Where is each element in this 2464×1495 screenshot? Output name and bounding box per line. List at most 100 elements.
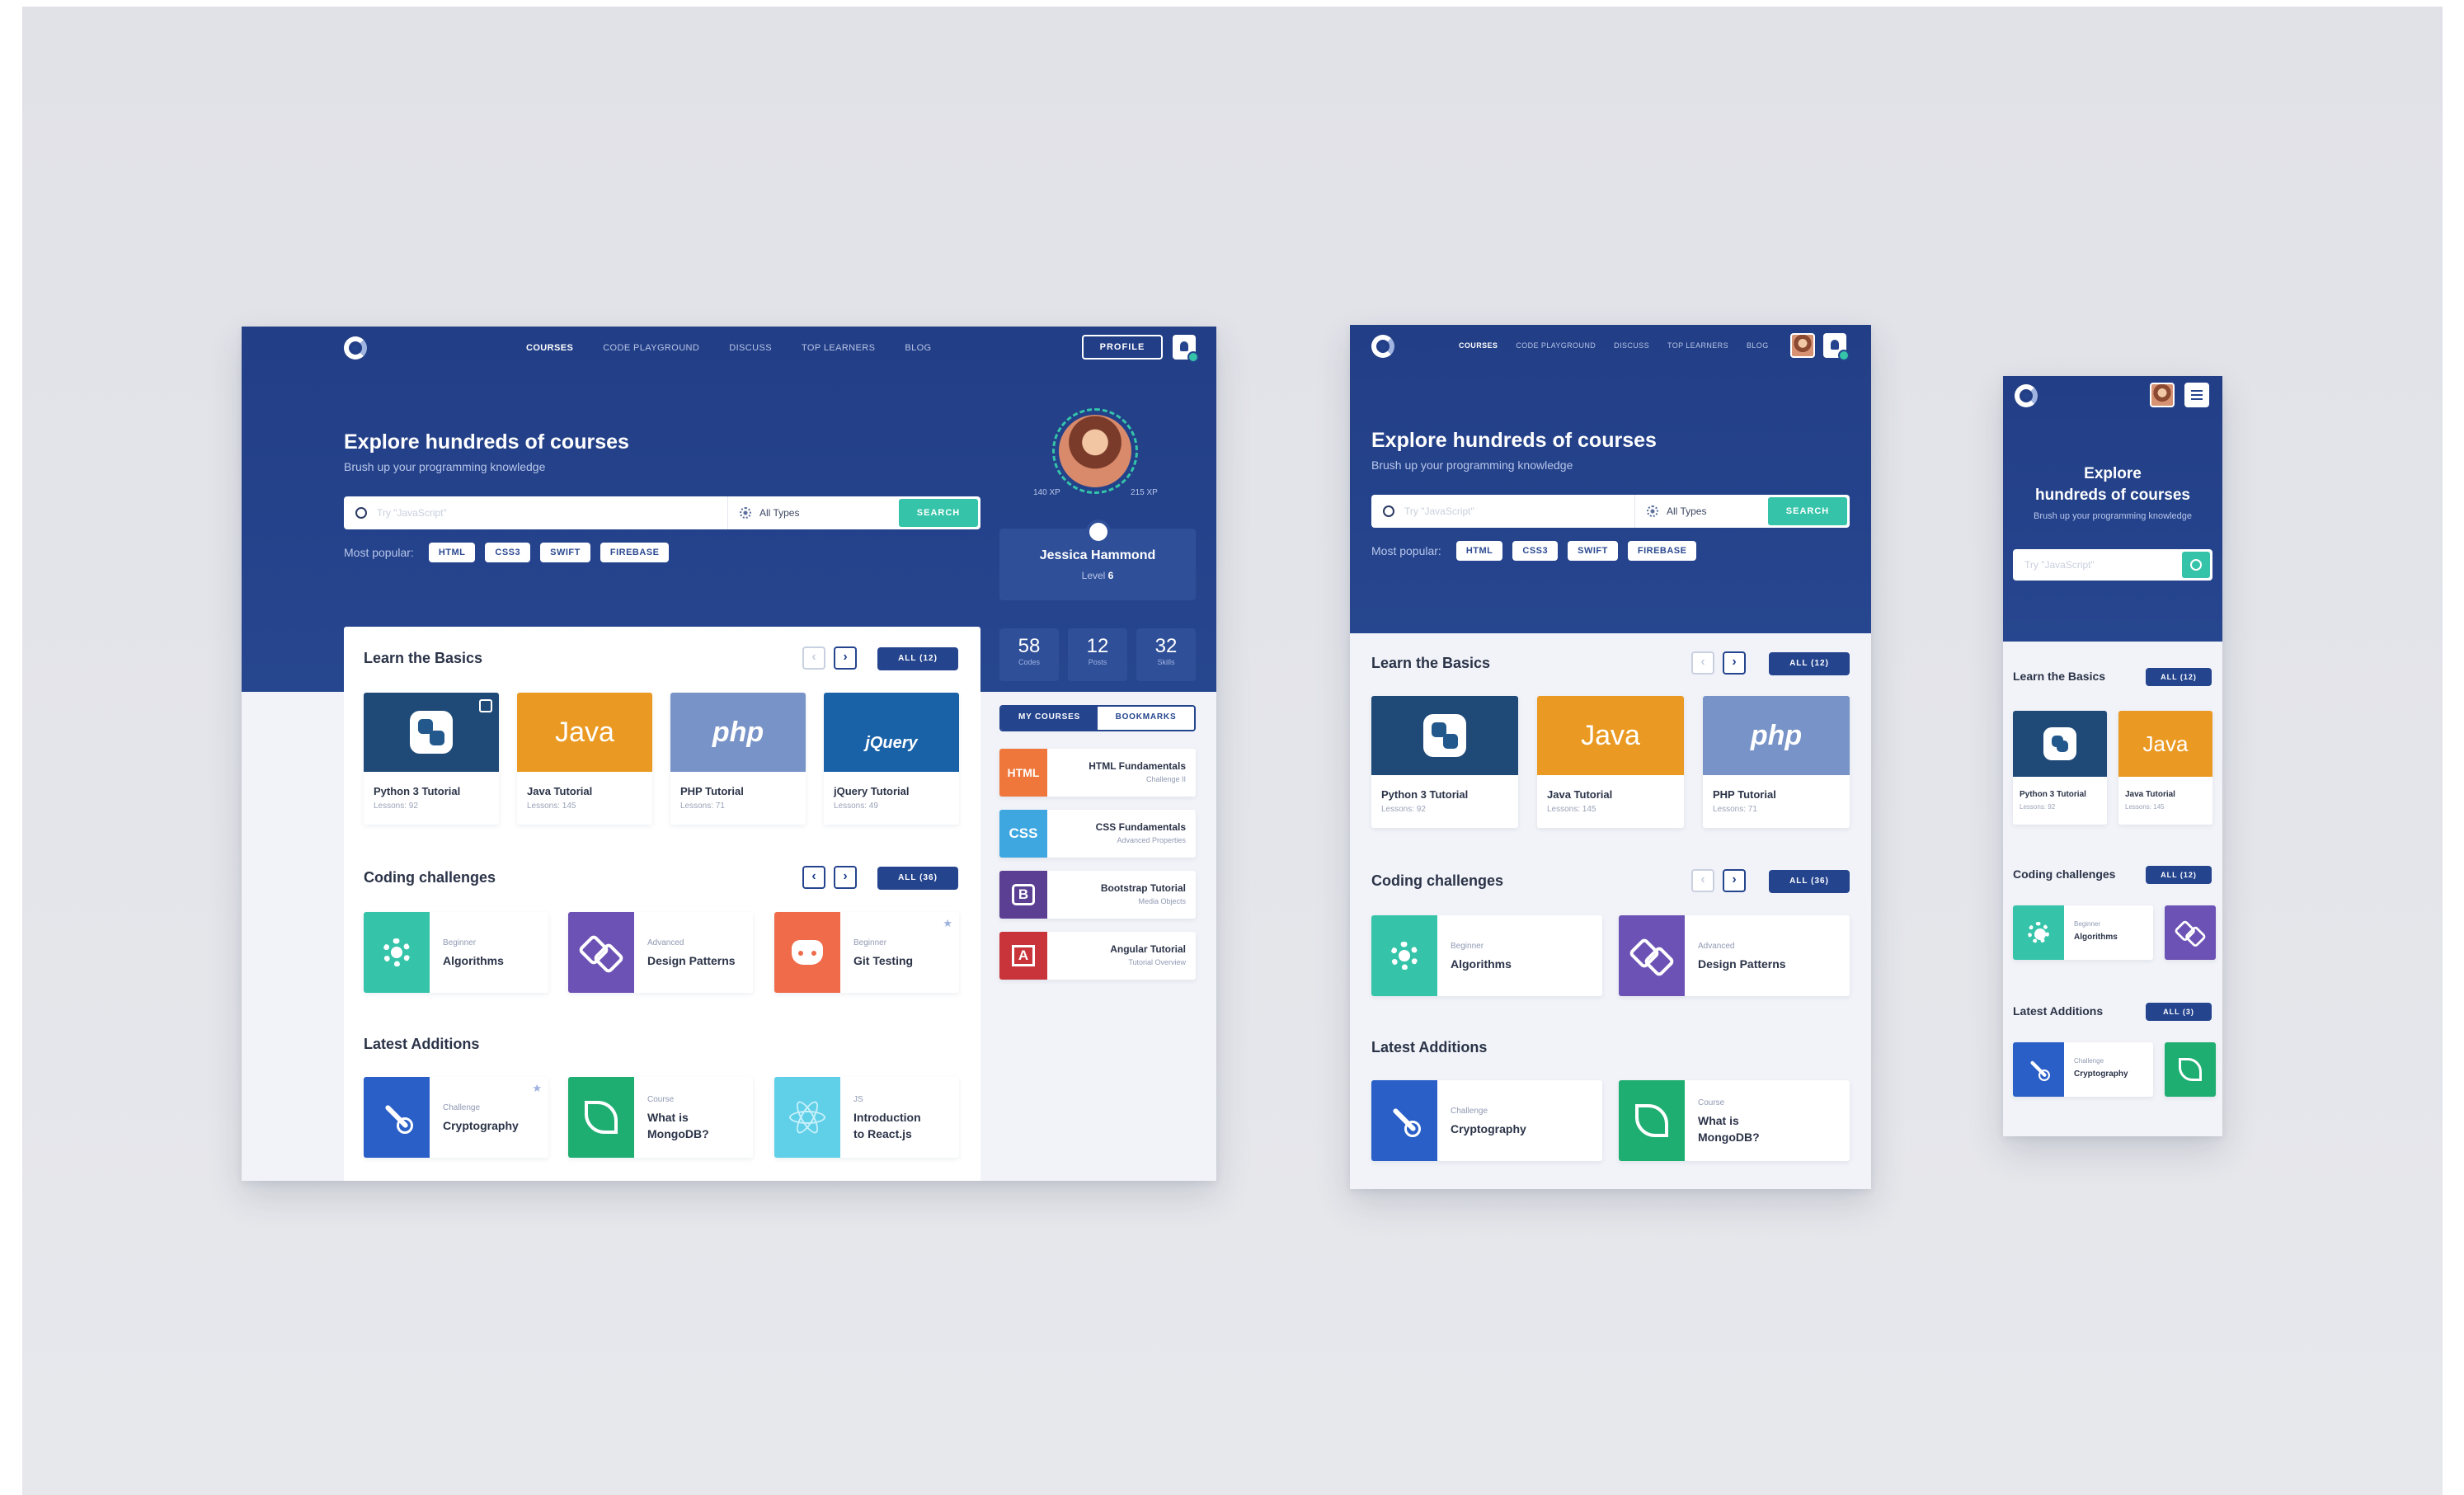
- all-basics-button[interactable]: ALL (12): [877, 647, 958, 670]
- all-basics-button[interactable]: ALL (12): [1769, 652, 1850, 675]
- search-input[interactable]: Try "JavaScript": [377, 507, 447, 519]
- avatar[interactable]: [1790, 333, 1815, 358]
- addition-card[interactable]: Course What is MongoDB?: [568, 1077, 753, 1158]
- tag-swift[interactable]: SWIFT: [540, 543, 590, 562]
- stat-posts: 12 Posts: [1068, 628, 1127, 681]
- addition-card[interactable]: [2165, 1042, 2216, 1097]
- chevron-right-icon[interactable]: ›: [1723, 651, 1746, 675]
- all-additions-button[interactable]: ALL (3): [2146, 1003, 2212, 1021]
- hero-banner: [1350, 325, 1871, 633]
- logo-icon[interactable]: [344, 336, 367, 360]
- chevron-right-icon[interactable]: ›: [834, 646, 857, 670]
- search-input[interactable]: Try "JavaScript": [2024, 559, 2095, 571]
- nav-courses[interactable]: COURSES: [1459, 341, 1498, 350]
- challenges-title: Coding challenges: [364, 869, 496, 886]
- addition-card[interactable]: Challenge Cryptography: [1371, 1080, 1602, 1161]
- mobile-frame: Explore hundreds of courses Brush up you…: [2003, 376, 2222, 1136]
- logo-icon[interactable]: [2015, 384, 2038, 407]
- stat-skills: 32 Skills: [1136, 628, 1196, 681]
- search-bar: Try "JavaScript" All Types SEARCH: [1371, 495, 1850, 528]
- tab-bookmarks[interactable]: BOOKMARKS: [1098, 707, 1194, 730]
- chevron-left-icon[interactable]: ‹: [802, 646, 825, 670]
- avatar[interactable]: [1059, 415, 1131, 487]
- addition-card[interactable]: ★ Challenge Cryptography: [364, 1077, 548, 1158]
- tag-swift[interactable]: SWIFT: [1568, 541, 1618, 561]
- bookmark-item[interactable]: HTML HTML Fundamentals Challenge II: [999, 749, 1196, 797]
- challenge-card[interactable]: Advanced Design Patterns: [568, 912, 753, 993]
- all-basics-button[interactable]: ALL (12): [2146, 668, 2212, 686]
- nav-discuss[interactable]: DISCUSS: [1614, 341, 1649, 350]
- nav-courses[interactable]: COURSES: [526, 343, 573, 353]
- challenge-card[interactable]: Advanced Design Patterns: [1619, 915, 1850, 996]
- python-logo-icon: [2043, 727, 2076, 760]
- addition-card[interactable]: JS Introduction to React.js: [774, 1077, 959, 1158]
- search-button[interactable]: SEARCH: [1768, 497, 1847, 525]
- bell-icon[interactable]: [1173, 335, 1199, 363]
- course-card-php[interactable]: php PHP Tutorial Lessons: 71: [1703, 696, 1850, 828]
- course-card-java[interactable]: Java Java Tutorial Lessons: 145: [517, 693, 652, 825]
- gear-icon: [383, 938, 411, 966]
- chevron-left-icon[interactable]: ‹: [1691, 651, 1714, 675]
- challenge-card[interactable]: Beginner Algorithms: [364, 912, 548, 993]
- all-challenges-button[interactable]: ALL (36): [1769, 870, 1850, 893]
- nav-code-playground[interactable]: CODE PLAYGROUND: [1516, 341, 1596, 350]
- nav-top-learners[interactable]: TOP LEARNERS: [1667, 341, 1728, 350]
- chevron-right-icon[interactable]: ›: [1723, 869, 1746, 892]
- nav-blog[interactable]: BLOG: [1747, 341, 1769, 350]
- chevron-left-icon[interactable]: ‹: [802, 866, 825, 889]
- tag-css3[interactable]: CSS3: [485, 543, 531, 562]
- course-card-jquery[interactable]: jQuery jQuery Tutorial Lessons: 49: [824, 693, 959, 825]
- course-card-java[interactable]: Java Java Tutorial Lessons: 145: [1537, 696, 1684, 828]
- challenges-title: Coding challenges: [2013, 867, 2116, 881]
- challenge-card[interactable]: Beginner Algorithms: [2013, 905, 2153, 960]
- challenge-card[interactable]: Beginner Algorithms: [1371, 915, 1602, 996]
- challenges-title: Coding challenges: [1371, 872, 1504, 889]
- desktop-frame: COURSES CODE PLAYGROUND DISCUSS TOP LEAR…: [242, 327, 1216, 1181]
- tag-css3[interactable]: CSS3: [1512, 541, 1559, 561]
- chevron-left-icon[interactable]: ‹: [1691, 869, 1714, 892]
- nav-top-learners[interactable]: TOP LEARNERS: [802, 343, 875, 353]
- search-bar: Try "JavaScript": [2013, 549, 2212, 581]
- tag-firebase[interactable]: FIREBASE: [600, 543, 670, 562]
- type-filter-select[interactable]: All Types: [759, 507, 799, 519]
- hero-subtitle: Brush up your programming knowledge: [2034, 511, 2192, 521]
- main-nav: COURSES CODE PLAYGROUND DISCUSS TOP LEAR…: [1459, 341, 1769, 350]
- search-button[interactable]: SEARCH: [899, 499, 978, 527]
- course-card-java[interactable]: Java Java Tutorial Lessons: 145: [2118, 711, 2212, 825]
- nav-code-playground[interactable]: CODE PLAYGROUND: [603, 343, 699, 353]
- search-button[interactable]: [2182, 552, 2210, 578]
- tag-html[interactable]: HTML: [428, 543, 476, 562]
- bookmark-item[interactable]: CSS CSS Fundamentals Advanced Properties: [999, 810, 1196, 858]
- addition-card[interactable]: Course What is MongoDB?: [1619, 1080, 1850, 1161]
- addition-card[interactable]: Challenge Cryptography: [2013, 1042, 2153, 1097]
- profile-button[interactable]: PROFILE: [1082, 335, 1163, 360]
- star-icon[interactable]: ★: [532, 1082, 542, 1095]
- all-challenges-button[interactable]: ALL (36): [877, 867, 958, 890]
- course-card-python[interactable]: Python 3 Tutorial Lessons: 92: [1371, 696, 1518, 828]
- all-challenges-button[interactable]: ALL (12): [2146, 866, 2212, 884]
- course-card-python[interactable]: Python 3 Tutorial Lessons: 92: [2013, 711, 2107, 825]
- nav-discuss[interactable]: DISCUSS: [729, 343, 772, 353]
- tab-my-courses[interactable]: MY COURSES: [1001, 707, 1098, 730]
- logo-icon[interactable]: [1371, 335, 1394, 358]
- search-icon: [355, 507, 367, 519]
- avatar[interactable]: [2150, 383, 2175, 407]
- hero-title: Explore hundreds of courses: [344, 430, 629, 454]
- search-input[interactable]: Try "JavaScript": [1404, 505, 1474, 517]
- bell-icon[interactable]: [1823, 333, 1850, 361]
- tag-html[interactable]: HTML: [1455, 541, 1503, 561]
- course-card-python[interactable]: Python 3 Tutorial Lessons: 92: [364, 693, 499, 825]
- xp-current: 140 XP: [1033, 488, 1060, 497]
- type-filter-select[interactable]: All Types: [1667, 505, 1706, 517]
- chevron-right-icon[interactable]: ›: [834, 866, 857, 889]
- bookmark-item[interactable]: A Angular Tutorial Tutorial Overview: [999, 932, 1196, 980]
- bookmark-icon[interactable]: [479, 699, 492, 712]
- challenge-card[interactable]: ★ Beginner Git Testing: [774, 912, 959, 993]
- challenge-card[interactable]: [2165, 905, 2216, 960]
- star-icon[interactable]: ★: [943, 917, 952, 930]
- menu-icon[interactable]: [2184, 383, 2209, 407]
- tag-firebase[interactable]: FIREBASE: [1627, 541, 1697, 561]
- nav-blog[interactable]: BLOG: [905, 343, 931, 353]
- bookmark-item[interactable]: B Bootstrap Tutorial Media Objects: [999, 871, 1196, 919]
- course-card-php[interactable]: php PHP Tutorial Lessons: 71: [670, 693, 806, 825]
